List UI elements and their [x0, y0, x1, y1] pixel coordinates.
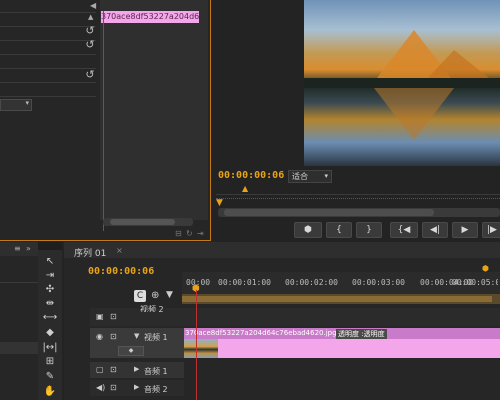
- timeline-end-marker: ⬢: [482, 264, 489, 273]
- keyframe-nav-icon[interactable]: ◆: [118, 346, 144, 356]
- toggle-output-icon[interactable]: ▢: [96, 365, 104, 374]
- mark-in-button[interactable]: ⬢: [294, 222, 322, 238]
- lock-icon[interactable]: ⊡: [110, 312, 117, 321]
- ripple-edit-tool-icon[interactable]: ✣: [42, 283, 58, 296]
- ruler-tick: 00:00:05:00: [452, 278, 498, 287]
- expand-triangle-icon[interactable]: ▶: [134, 365, 139, 373]
- effect-controls-panel: ◀ ▲ ↺ ↺ ↺ ▾ 370ace8df53227a204d64c7 ⊟ ↻ …: [0, 0, 210, 240]
- ruler-tick: 00:00:01:00: [218, 278, 271, 287]
- ruler-tick: 00:00:03:00: [352, 278, 405, 287]
- lock-icon[interactable]: ⊡: [110, 365, 117, 374]
- dropdown-field[interactable]: ▾: [0, 99, 32, 111]
- program-preview-image: [304, 0, 500, 166]
- selection-tool-icon[interactable]: ↖: [42, 255, 58, 268]
- monitor-zoom-thumb[interactable]: [224, 209, 434, 216]
- lock-icon[interactable]: ⊡: [110, 383, 117, 392]
- monitor-ruler: [216, 182, 500, 195]
- track-label-video2: 视频 2: [140, 305, 164, 312]
- effect-timeline-area: [100, 0, 208, 220]
- bracket-in-button[interactable]: {: [326, 222, 352, 238]
- eye-icon[interactable]: ◉: [96, 332, 103, 341]
- program-timecode[interactable]: 00:00:00:06: [218, 170, 284, 181]
- slip-tool-icon[interactable]: |↔|: [42, 341, 58, 354]
- tab-close-icon[interactable]: ×: [116, 246, 123, 255]
- razor-tool-icon[interactable]: ◆: [42, 326, 58, 339]
- add-marker-icon[interactable]: ▼: [166, 290, 173, 300]
- monitor-in-marker[interactable]: ▼: [216, 198, 223, 208]
- landscape-graphic: [304, 30, 500, 140]
- panel-divider: [210, 0, 211, 240]
- reset-icon[interactable]: ↺: [84, 25, 96, 37]
- work-area-fill: [182, 296, 492, 302]
- lock-icon[interactable]: ⊡: [110, 332, 117, 341]
- fit-dropdown-label: 适合: [292, 172, 308, 181]
- panel-expand-icon[interactable]: »: [26, 244, 31, 253]
- keyframe-diamond-icon[interactable]: ▲: [88, 13, 93, 21]
- ruler-tick: 00:00:02:00: [285, 278, 338, 287]
- timeline-tab[interactable]: 序列 01: [74, 246, 106, 259]
- timeline-clip[interactable]: 370ace8df53227a204d64c76ebad4620.jpg 透明度…: [184, 328, 500, 358]
- timeline-timecode[interactable]: 00:00:00:06: [88, 266, 154, 277]
- pen-tool-icon[interactable]: ✎: [42, 370, 58, 383]
- filter-icon[interactable]: ⊟: [175, 229, 182, 238]
- export-icon[interactable]: ⇥: [197, 229, 204, 238]
- clip-thumbnail: [184, 339, 218, 358]
- clip-property-menu[interactable]: 透明度 :透明度: [336, 329, 387, 339]
- slide-tool-icon[interactable]: ⊞: [42, 355, 58, 368]
- snap-icon[interactable]: C: [134, 290, 146, 302]
- step-forward-button[interactable]: |▶: [482, 222, 500, 238]
- effect-list-area: [0, 0, 96, 240]
- effect-playhead[interactable]: [103, 11, 104, 231]
- panel-divider-bottom: [0, 240, 211, 241]
- timeline-playhead[interactable]: [196, 290, 197, 400]
- toggle-output-icon[interactable]: ▣: [96, 312, 104, 321]
- project-panel: ≡ »: [0, 242, 38, 400]
- reset-icon[interactable]: ↺: [84, 69, 96, 81]
- program-monitor-panel: 00:00:00:06 适合 ▾ ▲ ▼ ⬢ { } {◀ ◀| ▶ |▶: [212, 0, 500, 242]
- linked-selection-icon[interactable]: ⊕: [151, 290, 159, 301]
- monitor-playhead-marker[interactable]: ▲: [242, 184, 248, 193]
- step-back-button[interactable]: ◀|: [422, 222, 448, 238]
- go-to-in-button[interactable]: {◀: [390, 222, 418, 238]
- monitor-timebar[interactable]: [216, 198, 500, 205]
- reset-icon[interactable]: ↺: [84, 39, 96, 51]
- rolling-edit-tool-icon[interactable]: ⇹: [42, 297, 58, 310]
- play-button[interactable]: ▶: [452, 222, 478, 238]
- speaker-icon[interactable]: ◀): [96, 383, 105, 392]
- keyframe-add-icon[interactable]: ◀: [90, 1, 96, 10]
- panel-menu-icon[interactable]: ≡: [14, 244, 21, 253]
- track-label-video1: 视频 1: [144, 333, 168, 342]
- rate-stretch-tool-icon[interactable]: ⟷: [42, 311, 58, 324]
- clip-name: 370ace8df53227a204d64c76ebad4620.jpg: [185, 329, 337, 337]
- track-label-audio1: 音频 1: [144, 367, 168, 376]
- hand-tool-icon[interactable]: ✋: [42, 385, 58, 398]
- expand-triangle-icon[interactable]: ▼: [134, 332, 139, 340]
- effect-scrollbar-thumb[interactable]: [110, 219, 175, 225]
- loop-icon[interactable]: ↻: [186, 229, 193, 238]
- bracket-out-button[interactable]: }: [356, 222, 382, 238]
- track-label-audio2: 音频 2: [144, 385, 168, 394]
- track-select-tool-icon[interactable]: ⇥: [42, 269, 58, 282]
- expand-triangle-icon[interactable]: ▶: [134, 383, 139, 391]
- effect-clip-label: 370ace8df53227a204d64c7: [101, 11, 199, 23]
